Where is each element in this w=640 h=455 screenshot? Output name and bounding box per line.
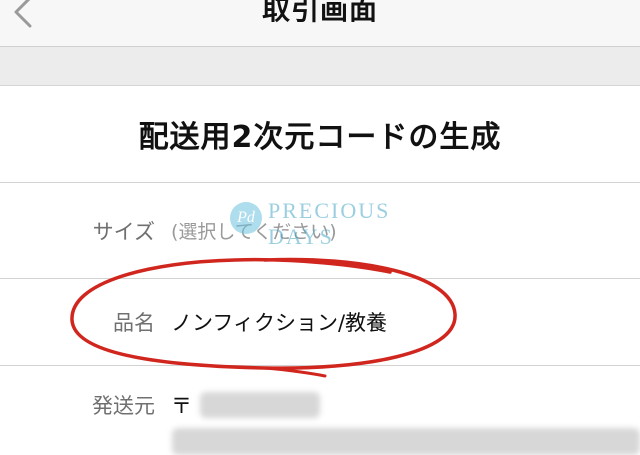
sender-postal-mark: 〒 [171, 394, 192, 418]
size-label: サイズ [92, 219, 155, 244]
nav-title: 取引画面 [261, 0, 378, 26]
size-select[interactable]: (選択してください) [171, 217, 337, 244]
divider [0, 365, 640, 366]
nav-bar: 取引画面 [0, 0, 640, 47]
redacted-postal-code [200, 392, 320, 418]
section-spacer [0, 47, 640, 86]
item-name-row: 品名 ノンフィクション/教養 [0, 279, 640, 365]
item-name-value: ノンフィクション/教養 [171, 311, 388, 335]
sender-label: 発送元 [92, 394, 155, 418]
redacted-address [172, 428, 640, 455]
size-row[interactable]: サイズ (選択してください) [0, 183, 640, 278]
section-title: 配送用2次元コードの生成 [138, 120, 502, 155]
item-name-label: 品名 [113, 311, 155, 335]
trade-screen: 取引画面 配送用2次元コードの生成 サイズ (選択してください) 品名 ノンフィ… [0, 0, 640, 455]
